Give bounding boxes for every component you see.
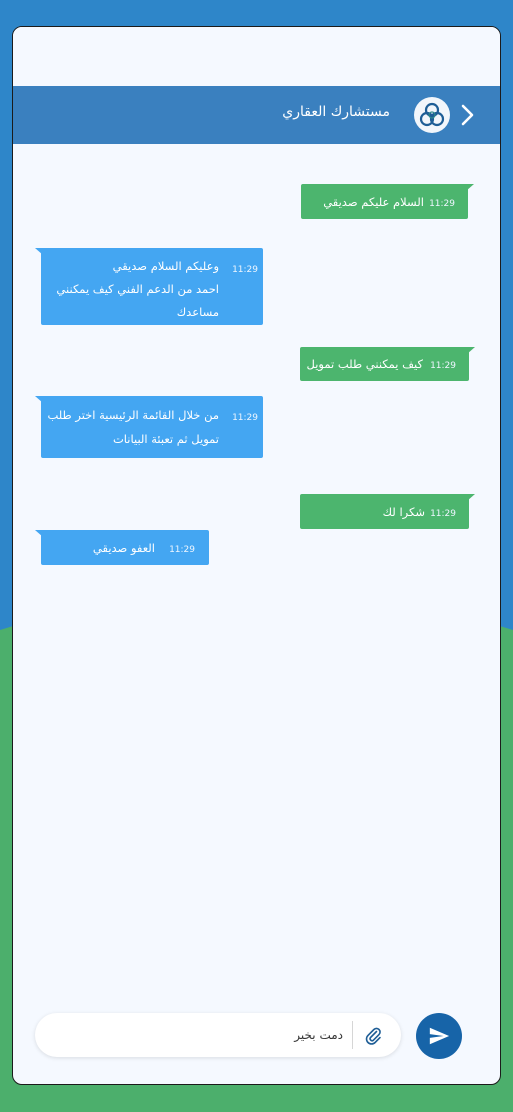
message-text: من خلال القائمة الرئيسية اختر طلب تمويل … xyxy=(47,408,219,446)
chevron-right-icon[interactable] xyxy=(456,102,480,128)
send-icon xyxy=(429,1027,450,1045)
phone-frame: مستشارك العقاري السلام عليكم صديقي 11:29… xyxy=(12,26,501,1085)
paperclip-icon[interactable] xyxy=(363,1025,383,1045)
message-bubble-incoming: من خلال القائمة الرئيسية اختر طلب تمويل … xyxy=(35,396,263,458)
message-time: 11:29 xyxy=(232,265,258,275)
composer-divider xyxy=(352,1021,353,1049)
message-bubble-incoming: العفو صديقي 11:29 xyxy=(35,530,209,565)
message-input[interactable] xyxy=(93,1023,343,1047)
message-bubble-outgoing: كيف يمكنني طلب تمويل 11:29 xyxy=(300,347,475,381)
message-bubble-outgoing: السلام عليكم صديقي 11:29 xyxy=(301,184,474,219)
message-text: وعليكم السلام صديقي احمد من الدعم الفني … xyxy=(56,259,219,319)
bubble-tail xyxy=(35,396,43,403)
bubble-tail xyxy=(467,347,475,354)
message-time: 11:29 xyxy=(169,545,195,555)
bubble-tail xyxy=(466,184,474,191)
message-time: 11:29 xyxy=(232,413,258,423)
bubble-tail xyxy=(467,494,475,501)
chat-title: مستشارك العقاري xyxy=(282,104,390,120)
message-text: السلام عليكم صديقي xyxy=(323,195,424,209)
bubble-tail xyxy=(35,530,43,537)
chat-header: مستشارك العقاري xyxy=(13,86,500,144)
message-time: 11:29 xyxy=(429,199,455,209)
message-time: 11:29 xyxy=(430,361,456,371)
send-button[interactable] xyxy=(416,1013,462,1059)
message-bubble-outgoing: شكرا لك 11:29 xyxy=(300,494,475,529)
knot-logo-icon xyxy=(414,97,450,133)
message-bubble-incoming: وعليكم السلام صديقي احمد من الدعم الفني … xyxy=(35,248,263,325)
message-text: العفو صديقي xyxy=(92,541,155,555)
message-text: شكرا لك xyxy=(382,505,425,519)
status-area xyxy=(13,27,500,86)
bubble-tail xyxy=(35,248,43,255)
message-time: 11:29 xyxy=(430,509,456,519)
message-text: كيف يمكنني طلب تمويل xyxy=(306,357,424,371)
message-composer xyxy=(35,1013,401,1057)
